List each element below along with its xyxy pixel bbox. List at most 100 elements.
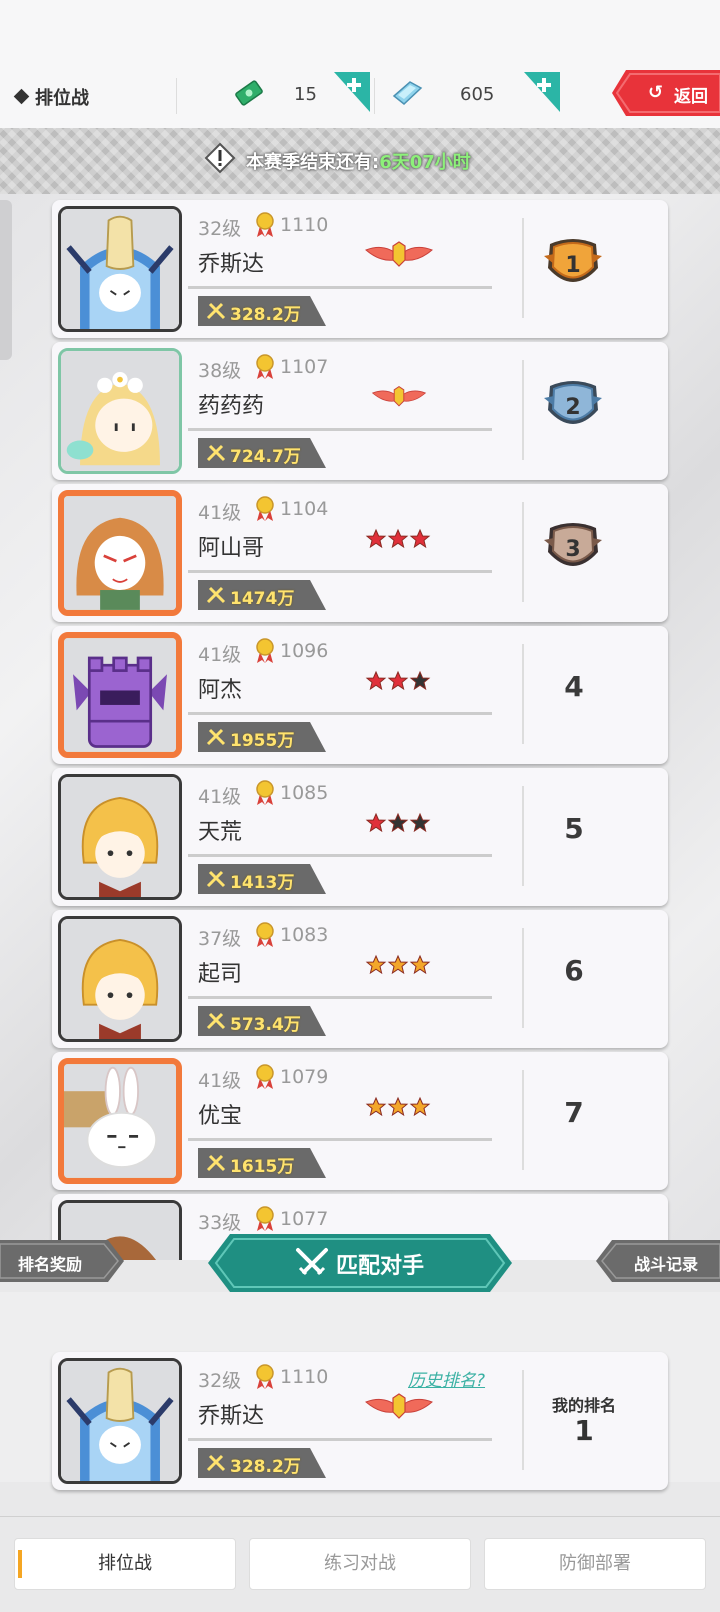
player-score: 1096 xyxy=(280,640,329,662)
medal-icon xyxy=(256,212,274,237)
row-separator xyxy=(522,360,524,460)
tab-defense[interactable]: 防御部署 xyxy=(484,1538,706,1590)
row-divider xyxy=(188,1138,492,1141)
player-power-value: 1615万 xyxy=(230,1157,295,1177)
player-avatar xyxy=(58,490,182,616)
player-score: 1107 xyxy=(280,356,329,378)
rank-3-shield-icon: 3 xyxy=(544,523,602,566)
player-level: 32级 xyxy=(198,218,242,240)
tab-ranked[interactable]: 排位战 xyxy=(14,1538,236,1590)
player-power-value: 328.2万 xyxy=(230,305,301,325)
row-divider xyxy=(188,854,492,857)
power-swords-icon xyxy=(206,870,226,888)
row-divider xyxy=(188,570,492,573)
match-opponent-label: 匹配对手 xyxy=(336,1254,425,1279)
my-name: 乔斯达 xyxy=(198,1404,265,1429)
power-swords-icon xyxy=(206,444,226,462)
add-ticket-button[interactable] xyxy=(334,72,370,112)
player-name: 起司 xyxy=(198,962,243,987)
medal-icon xyxy=(256,1064,274,1089)
warning-icon xyxy=(204,142,236,174)
player-level: 33级 xyxy=(198,1212,242,1234)
my-rank-label: 我的排名 xyxy=(551,1396,616,1415)
header-divider xyxy=(374,78,375,114)
my-rank-card[interactable]: 32级 1110 乔斯达 历史排名? 328.2万 我的排名 1 xyxy=(52,1352,668,1490)
player-power: 328.2万 xyxy=(198,296,326,326)
rank-number: 7 xyxy=(564,1096,584,1129)
rank-number: 4 xyxy=(564,670,584,703)
my-power: 328.2万 xyxy=(198,1448,326,1478)
player-name: 阿杰 xyxy=(198,678,243,703)
player-name: 乔斯达 xyxy=(198,252,265,277)
player-name: 药药药 xyxy=(198,394,265,419)
player-level: 41级 xyxy=(198,644,242,666)
diamond-icon xyxy=(13,88,30,105)
add-gem-button[interactable] xyxy=(524,72,560,112)
player-score: 1077 xyxy=(280,1208,329,1230)
my-rank-value: 1 xyxy=(574,1414,594,1447)
ranking-row[interactable]: 41级 1104 阿山哥 1474万 3 xyxy=(52,484,668,622)
player-score: 1079 xyxy=(280,1066,329,1088)
gem-icon xyxy=(392,81,423,105)
active-tab-indicator xyxy=(18,1550,22,1578)
ticket-icon xyxy=(235,80,263,106)
ranking-row[interactable]: 41级 1085 天荒 1413万 5 xyxy=(52,768,668,906)
season-countdown: 本赛季结束还有:6天07小时 xyxy=(246,148,471,174)
ranking-list[interactable]: 32级 1110 乔斯达 328.2万 1 38级 1107 药药药 724.7万 2 41级 110… xyxy=(0,194,720,1260)
gem-count: 605 xyxy=(460,84,495,105)
rank-shield-number: 1 xyxy=(565,253,580,278)
stars-3-gold-badge-icon xyxy=(365,954,431,975)
player-power-value: 1474万 xyxy=(230,589,295,609)
ranking-row[interactable]: 41级 1096 阿杰 1955万 4 xyxy=(52,626,668,764)
player-level: 37级 xyxy=(198,928,242,950)
medal-icon xyxy=(256,1206,274,1231)
ranking-row[interactable]: 41级 1079 优宝 1615万 7 xyxy=(52,1052,668,1190)
crossed-swords-icon xyxy=(296,1248,328,1276)
player-avatar xyxy=(58,348,182,474)
back-arrow-icon: ↺ xyxy=(648,82,664,103)
stars-2-red-badge-icon xyxy=(365,670,431,691)
medal-icon xyxy=(256,354,274,379)
history-rank-link[interactable]: 历史排名? xyxy=(408,1366,485,1391)
stars-1-red-badge-icon xyxy=(365,812,431,833)
wings-gold-badge-icon xyxy=(365,241,433,267)
row-divider xyxy=(188,996,492,999)
player-power: 1955万 xyxy=(198,722,326,752)
ranking-row[interactable]: 38级 1107 药药药 724.7万 2 xyxy=(52,342,668,480)
row-divider xyxy=(188,286,492,289)
player-level: 41级 xyxy=(198,786,242,808)
player-power: 1615万 xyxy=(198,1148,326,1178)
wings-small-badge-icon xyxy=(371,386,427,407)
row-separator xyxy=(522,502,524,602)
back-label: 返回 xyxy=(674,87,708,107)
player-power: 1413万 xyxy=(198,864,326,894)
medal-icon xyxy=(256,780,274,805)
page-title-text: 排位战 xyxy=(35,88,89,109)
player-avatar xyxy=(58,1058,182,1184)
wings-gold-badge-icon xyxy=(365,1393,433,1419)
tab-practice[interactable]: 练习对战 xyxy=(249,1538,471,1590)
power-swords-icon xyxy=(206,302,226,320)
stars-3-red-badge-icon xyxy=(365,528,431,549)
power-swords-icon xyxy=(206,728,226,746)
rank-2-shield-icon: 2 xyxy=(544,381,602,424)
ranking-row[interactable]: 37级 1083 起司 573.4万 6 xyxy=(52,910,668,1048)
player-score: 1083 xyxy=(280,924,329,946)
player-level: 41级 xyxy=(198,502,242,524)
power-swords-icon xyxy=(206,1454,226,1472)
player-level: 41级 xyxy=(198,1070,242,1092)
player-score: 1104 xyxy=(280,498,329,520)
rank-number: 6 xyxy=(564,954,584,987)
page-title: 排位战 xyxy=(13,84,89,110)
my-avatar xyxy=(58,1358,182,1484)
row-divider xyxy=(188,428,492,431)
player-avatar xyxy=(58,916,182,1042)
player-name: 天荒 xyxy=(198,820,243,845)
player-level: 38级 xyxy=(198,360,242,382)
power-swords-icon xyxy=(206,586,226,604)
row-divider xyxy=(188,712,492,715)
ranking-row[interactable]: 32级 1110 乔斯达 328.2万 1 xyxy=(52,200,668,338)
player-avatar xyxy=(58,774,182,900)
my-score: 1110 xyxy=(280,1366,329,1388)
row-separator xyxy=(522,218,524,318)
